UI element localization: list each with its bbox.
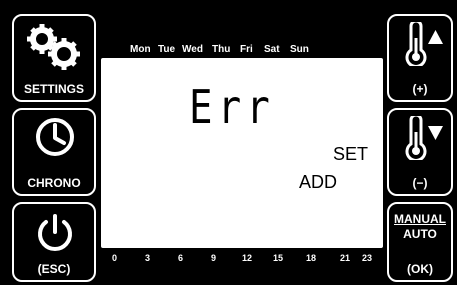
hour-label: 18: [306, 253, 317, 263]
chrono-button[interactable]: CHRONO: [12, 108, 96, 196]
hour-label: 15: [273, 253, 284, 263]
hour-label: 6: [178, 253, 184, 263]
hour-label: 0: [112, 253, 118, 263]
hour-label: 3: [145, 253, 151, 263]
lcd-display: Err SET ADD: [101, 58, 383, 248]
plus-label: (+): [412, 82, 428, 96]
day-label: Sat: [264, 44, 280, 55]
temperature-up-button[interactable]: (+): [387, 14, 453, 102]
error-text: Err: [189, 80, 275, 134]
day-label: Fri: [240, 44, 253, 55]
settings-button[interactable]: SETTINGS: [12, 14, 96, 102]
mode-labels: MANUAL AUTO: [389, 212, 451, 242]
esc-label: (ESC): [37, 262, 71, 276]
gears-icon: [27, 24, 80, 70]
hour-label: 9: [211, 253, 217, 263]
settings-label: SETTINGS: [23, 82, 84, 96]
esc-button[interactable]: (ESC): [12, 202, 96, 282]
day-label: Wed: [182, 44, 203, 55]
hour-label: 23: [362, 253, 373, 263]
minus-label: (−): [412, 176, 428, 190]
auto-label: AUTO: [403, 227, 437, 241]
day-label: Thu: [212, 44, 231, 55]
power-icon: [38, 214, 72, 251]
thermometer-down-icon: [405, 116, 443, 160]
set-indicator: SET: [333, 144, 369, 164]
day-label: Sun: [290, 44, 309, 55]
add-indicator: ADD: [299, 172, 338, 192]
hour-label: 21: [340, 253, 351, 263]
hour-label: 12: [242, 253, 253, 263]
manual-label: MANUAL: [394, 212, 446, 226]
chrono-label: CHRONO: [27, 176, 81, 190]
day-label: Tue: [158, 44, 176, 55]
day-label: Mon: [130, 44, 151, 55]
thermometer-up-icon: [405, 22, 443, 66]
clock-icon: [36, 118, 74, 156]
ok-label: (OK): [407, 262, 433, 276]
temperature-down-button[interactable]: (−): [387, 108, 453, 196]
manual-auto-ok-button[interactable]: MANUAL AUTO (OK): [387, 202, 453, 282]
